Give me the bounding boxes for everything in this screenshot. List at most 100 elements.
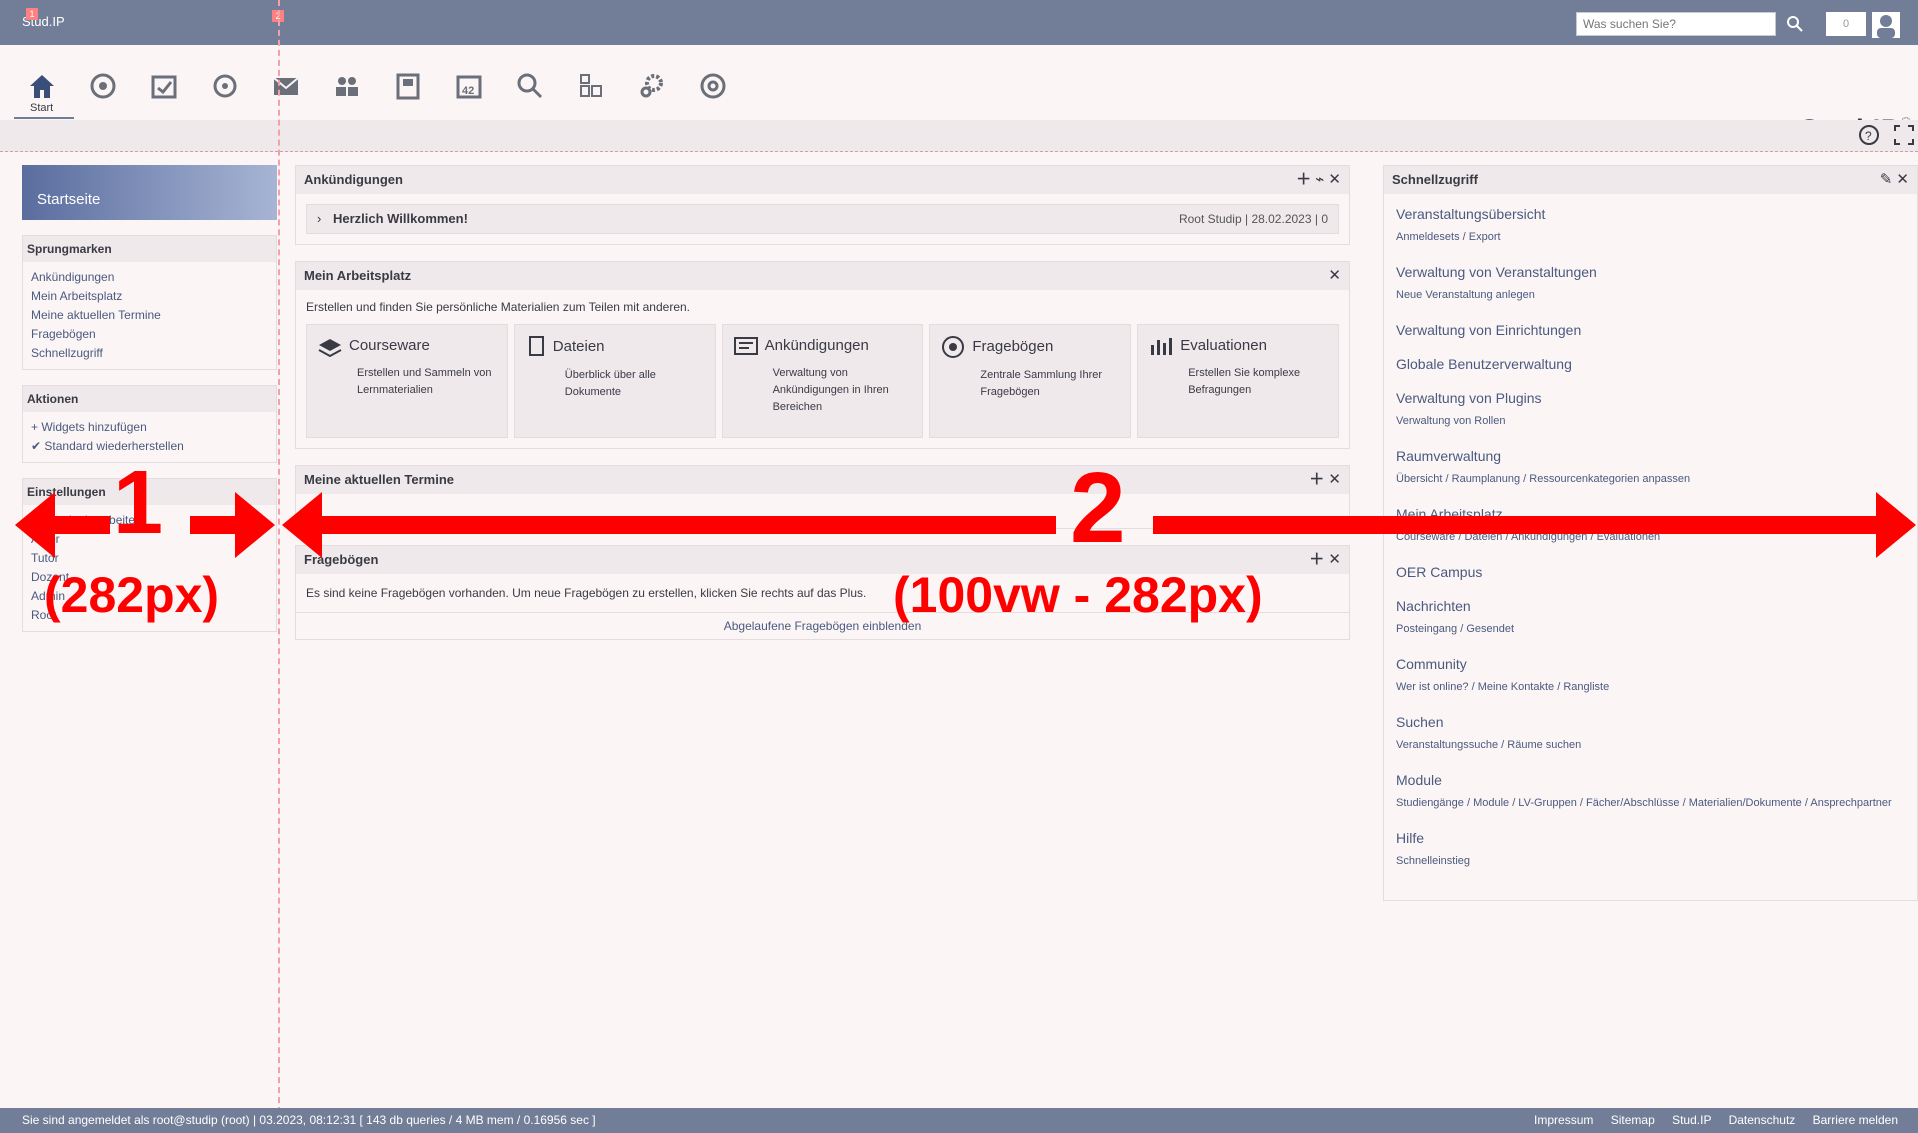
quick-item-title[interactable]: Veranstaltungsübersicht: [1396, 206, 1905, 222]
tile-questionnaires[interactable]: Fragebögen Zentrale Sammlung Ihrer Frage…: [929, 324, 1132, 438]
sidebar-link[interactable]: Fragebögen: [31, 325, 268, 344]
sidebar-section-sprungmarken: Sprungmarken Ankündigungen Mein Arbeitsp…: [22, 235, 277, 370]
quick-item-title[interactable]: Hilfe: [1396, 830, 1905, 846]
community-icon[interactable]: [331, 70, 371, 110]
quick-item-sub[interactable]: Veranstaltungssuche / Räume suchen: [1396, 736, 1905, 754]
announcements-widget: Ankündigungen ＋ ⌁ ✕ › Herzlich Willkomme…: [295, 165, 1350, 245]
widget-actions[interactable]: ✎ ✕: [1880, 166, 1909, 194]
tile-desc: Verwaltung von Ankündigungen in Ihren Be…: [772, 367, 889, 413]
tile-evaluations[interactable]: Evaluationen Erstellen Sie komplexe Befr…: [1137, 324, 1339, 438]
quick-item: Module Studiengänge / Module / LV-Gruppen…: [1396, 772, 1905, 812]
footer: Sie sind angemeldet als root@studip (roo…: [0, 1108, 1918, 1133]
sidebar: Startseite Sprungmarken Ankündigungen Me…: [22, 165, 277, 632]
tile-title[interactable]: Ankündigungen: [765, 337, 869, 354]
widget-header: Ankündigungen ＋ ⌁ ✕: [296, 166, 1349, 194]
quick-item: Verwaltung von Plugins Verwaltung von Rol…: [1396, 390, 1905, 430]
tile-title[interactable]: Evaluationen: [1180, 337, 1267, 354]
footer-link[interactable]: Sitemap: [1611, 1113, 1655, 1127]
main-navigation: 42 Stud.IP◌: [0, 45, 1918, 144]
fullscreen-icon[interactable]: [1893, 124, 1915, 146]
quick-item-sub[interactable]: Anmeldesets / Export: [1396, 228, 1905, 246]
tile-files[interactable]: Dateien Überblick über alle Dokumente: [513, 324, 716, 438]
courses-icon[interactable]: [87, 70, 127, 110]
tile-title[interactable]: Fragebögen: [972, 338, 1053, 355]
tile-title[interactable]: Dateien: [553, 338, 605, 355]
quick-item-title[interactable]: Verwaltung von Veranstaltungen: [1396, 264, 1905, 280]
quick-item-sub[interactable]: Posteingang / Gesendet: [1396, 620, 1905, 638]
footer-link[interactable]: Barriere melden: [1813, 1113, 1898, 1127]
files-icon: [528, 336, 544, 356]
widget-header: Schnellzugriff ✎ ✕: [1384, 166, 1917, 194]
quick-item-title[interactable]: Mein Arbeitsplatz: [1396, 506, 1905, 522]
quick-item: Hilfe Schnelleinstieg: [1396, 830, 1905, 870]
sidebar-link[interactable]: Ankündigungen: [31, 268, 268, 287]
quick-item-title[interactable]: Raumverwaltung: [1396, 448, 1905, 464]
section-title: Sprungmarken: [23, 236, 276, 262]
session-info: Sie sind angemeldet als root@studip (roo…: [22, 1113, 596, 1127]
quick-item-title[interactable]: OER Campus: [1396, 564, 1905, 580]
tools-icon[interactable]: [575, 70, 615, 110]
top-bar: Stud.IP 0 1 2: [0, 0, 1918, 45]
quick-item-title[interactable]: Verwaltung von Einrichtungen: [1396, 322, 1905, 338]
annotation-size-2: (100vw - 282px): [893, 567, 1263, 623]
settings-icon[interactable]: [636, 70, 676, 110]
tile-announcements[interactable]: Ankündigungen Verwaltung von Ankündigung…: [721, 324, 924, 438]
spaces-icon[interactable]: [209, 70, 249, 110]
quick-item-title[interactable]: Nachrichten: [1396, 598, 1905, 614]
quick-item-title[interactable]: Verwaltung von Plugins: [1396, 390, 1905, 406]
questionnaire-icon: [942, 336, 965, 358]
quick-item-sub[interactable]: Wer ist online? / Meine Kontakte / Rangl…: [1396, 678, 1905, 696]
quick-item-title[interactable]: Community: [1396, 656, 1905, 672]
quick-item-sub[interactable]: Courseware / Dateien / Ankündigungen / E…: [1396, 528, 1905, 546]
search-icon[interactable]: [1785, 14, 1805, 34]
workspace-intro: Erstellen und finden Sie persönliche Mat…: [306, 300, 690, 314]
admin-icon[interactable]: [148, 70, 188, 110]
help-icon[interactable]: ?: [1858, 124, 1880, 146]
sidebar-link[interactable]: Mein Arbeitsplatz: [31, 287, 268, 306]
quick-item-sub[interactable]: Übersicht / Raumplanung / Ressourcenkate…: [1396, 470, 1905, 488]
chevron-right-icon[interactable]: ›: [317, 211, 321, 226]
footer-link[interactable]: Impressum: [1534, 1113, 1593, 1127]
quick-item-sub[interactable]: Verwaltung von Rollen: [1396, 412, 1905, 430]
widget-actions[interactable]: ＋ ⌁ ✕: [1296, 166, 1341, 194]
sidebar-link[interactable]: Meine aktuellen Termine: [31, 306, 268, 325]
annotation-label-1: 1: [113, 453, 164, 553]
footer-link[interactable]: Stud.IP: [1672, 1113, 1711, 1127]
search-input[interactable]: [1576, 12, 1776, 36]
close-icon[interactable]: ✕: [1328, 262, 1341, 290]
workspace-tiles: Courseware Erstellen und Sammeln von Ler…: [296, 324, 1349, 448]
quick-item-sub[interactable]: Neue Veranstaltung anlegen: [1396, 286, 1905, 304]
workspace-widget: Mein Arbeitsplatz ✕ Erstellen und finden…: [295, 261, 1350, 449]
footer-link[interactable]: Datenschutz: [1729, 1113, 1796, 1127]
sidebar-link[interactable]: Schnellzugriff: [31, 344, 268, 363]
notification-badge[interactable]: 0: [1826, 12, 1866, 36]
svg-text:?: ?: [1865, 129, 1872, 143]
search-nav-icon[interactable]: [514, 70, 554, 110]
add-widget-link[interactable]: + Widgets hinzufügen: [31, 418, 268, 437]
mail-icon[interactable]: [270, 70, 310, 110]
nav-start-label[interactable]: Start: [30, 102, 53, 114]
widget-title: Fragebögen: [304, 552, 379, 567]
announcement-row[interactable]: › Herzlich Willkommen! Root Studip | 28.…: [306, 204, 1339, 234]
tile-courseware[interactable]: Courseware Erstellen und Sammeln von Ler…: [306, 324, 508, 438]
announcement-author[interactable]: Root Studip: [1179, 212, 1242, 226]
quick-item: Verwaltung von Einrichtungen: [1396, 322, 1905, 338]
nav-active-underline: [14, 117, 74, 119]
widget-actions[interactable]: ＋ ✕: [1309, 466, 1341, 494]
tile-title[interactable]: Courseware: [349, 337, 430, 354]
quick-item: Raumverwaltung Übersicht / Raumplanung / …: [1396, 448, 1905, 488]
profile-icon[interactable]: [392, 70, 432, 110]
calendar-icon[interactable]: 42: [453, 70, 493, 110]
quick-item-title[interactable]: Globale Benutzerverwaltung: [1396, 356, 1905, 372]
quick-item-sub[interactable]: Schnelleinstieg: [1396, 852, 1905, 870]
quick-item-title[interactable]: Module: [1396, 772, 1905, 788]
annotation-label-2: 2: [1070, 452, 1126, 564]
announcement-title[interactable]: Herzlich Willkommen!: [333, 211, 468, 226]
quick-item-sub[interactable]: Studiengänge / Module / LV-Gruppen / Fäc…: [1396, 794, 1905, 812]
quick-item: Verwaltung von Veranstaltungen Neue Veran…: [1396, 264, 1905, 304]
help-nav-icon[interactable]: [697, 70, 737, 110]
tile-desc: Erstellen Sie komplexe Befragungen: [1188, 367, 1301, 396]
quick-item-title[interactable]: Suchen: [1396, 714, 1905, 730]
widget-actions[interactable]: ＋ ✕: [1309, 546, 1341, 574]
avatar[interactable]: [1872, 12, 1900, 38]
